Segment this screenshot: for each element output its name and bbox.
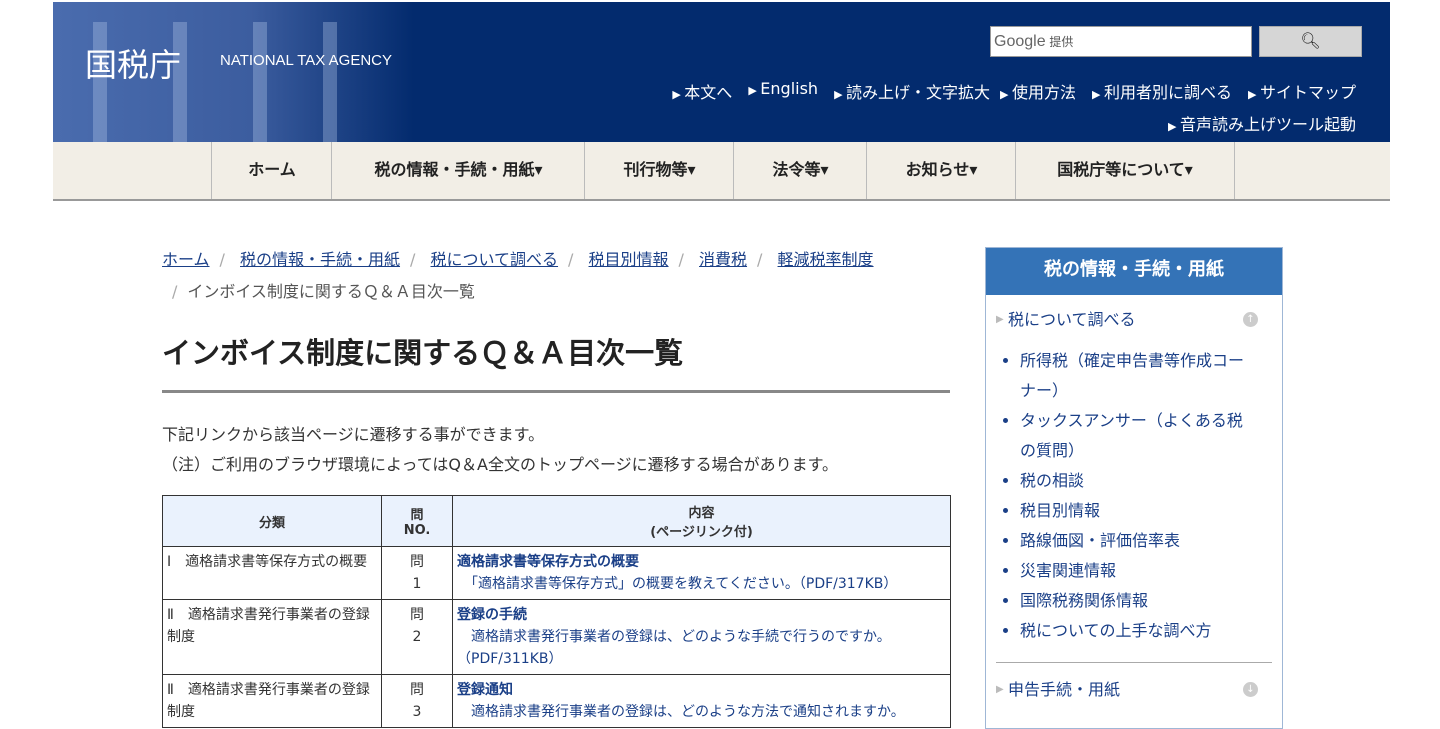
- col-no: 問 NO.: [381, 495, 453, 547]
- row-title-link[interactable]: 適格請求書等保存方式の概要: [457, 551, 946, 573]
- row-desc-link[interactable]: 適格請求書発行事業者の登録は、どのような手続で行うのですか。（PDF/311KB…: [457, 626, 946, 670]
- nav-tax-info[interactable]: 税の情報・手続・用紙▾: [331, 142, 585, 199]
- row-category: Ⅱ 適格請求書発行事業者の登録制度: [162, 599, 382, 675]
- divider: [996, 662, 1272, 663]
- crumb-link[interactable]: 税について調べる: [431, 250, 559, 269]
- search-suffix: 提供: [1049, 35, 1074, 49]
- sidebar-item[interactable]: 国際税務関係情報: [1020, 586, 1250, 616]
- nav-publications[interactable]: 刊行物等▾: [584, 142, 734, 199]
- sidebar-item[interactable]: 所得税（確定申告書等作成コーナー）: [1020, 346, 1250, 406]
- logo[interactable]: 国税庁: [85, 40, 181, 86]
- crumb-link[interactable]: 軽減税率制度: [778, 250, 874, 269]
- crumb-link[interactable]: 消費税: [699, 250, 747, 269]
- table-header: 分類 問 NO. 内容 (ページリンク付): [162, 495, 951, 547]
- sidebar-section-forms[interactable]: 申告手続・用紙 ↓: [986, 678, 1282, 702]
- global-nav: ホーム 税の情報・手続・用紙▾ 刊行物等▾ 法令等▾ お知らせ▾ 国税庁等につい…: [53, 142, 1390, 201]
- row-no: 問 1: [381, 546, 453, 600]
- table-row: Ⅱ 適格請求書発行事業者の登録制度 問 2 登録の手続 適格請求書発行事業者の登…: [162, 599, 951, 675]
- util-link[interactable]: 本文へ: [672, 79, 732, 103]
- sidebar-item[interactable]: タックスアンサー（よくある税の質問）: [1020, 406, 1250, 466]
- nav-news[interactable]: お知らせ▾: [866, 142, 1016, 199]
- table-row: Ⅱ 適格請求書発行事業者の登録制度 問 3 登録通知 適格請求書発行事業者の登録…: [162, 674, 951, 728]
- search-icon: 🔍︎: [1300, 31, 1321, 50]
- row-title-link[interactable]: 登録通知: [457, 679, 946, 701]
- table-row: Ⅰ 適格請求書等保存方式の概要 問 1 適格請求書等保存方式の概要 「適格請求書…: [162, 546, 951, 600]
- utility-links: 本文へ English 読み上げ・文字拡大 使用方法 利用者別に調べる サイトマ…: [672, 79, 1356, 103]
- row-no: 問 2: [381, 599, 453, 675]
- util-link[interactable]: 利用者別に調べる: [1092, 79, 1232, 103]
- nav-laws[interactable]: 法令等▾: [733, 142, 867, 199]
- row-no: 問 3: [381, 674, 453, 728]
- row-desc-link[interactable]: 適格請求書発行事業者の登録は、どのような方法で通知されますか。: [457, 701, 946, 723]
- util-link[interactable]: English: [748, 79, 818, 103]
- util-link[interactable]: サイトマップ: [1248, 79, 1356, 103]
- util-link-usage[interactable]: 使用方法: [1000, 79, 1076, 103]
- row-category: Ⅰ 適格請求書等保存方式の概要: [162, 546, 382, 600]
- sidebar-item[interactable]: 税の相談: [1020, 466, 1250, 496]
- expand-down-icon[interactable]: ↓: [1243, 682, 1258, 697]
- sidebar-item[interactable]: 災害関連情報: [1020, 556, 1250, 586]
- logo-english: NATIONAL TAX AGENCY: [220, 52, 392, 69]
- search-button[interactable]: 🔍︎: [1259, 26, 1362, 57]
- nav-home[interactable]: ホーム: [211, 142, 332, 199]
- page-title: インボイス制度に関するＱ＆Ａ目次一覧: [162, 330, 950, 393]
- section-label: 税について調べる: [1008, 310, 1136, 329]
- crumb-link[interactable]: 税の情報・手続・用紙: [240, 250, 400, 269]
- col-category: 分類: [162, 495, 382, 547]
- google-brand: Google: [994, 33, 1046, 50]
- crumb-current: インボイス制度に関するＱ＆Ａ目次一覧: [187, 282, 475, 301]
- intro-note: （注）ご利用のブラウザ環境によってはQ＆A全文のトップページに遷移する場合があり…: [162, 455, 839, 474]
- breadcrumb: ホーム / 税の情報・手続・用紙 / 税について調べる / 税目別情報 / 消費税 / 軽…: [162, 250, 874, 301]
- row-desc-link[interactable]: 「適格請求書等保存方式」の概要を教えてください。（PDF/317KB）: [457, 573, 946, 595]
- row-category: Ⅱ 適格請求書発行事業者の登録制度: [162, 674, 382, 728]
- intro-line: 下記リンクから該当ページに遷移する事ができます。: [162, 425, 545, 444]
- voice-tool-link[interactable]: 音声読み上げツール起動: [1168, 111, 1356, 135]
- sidebar-title[interactable]: 税の情報・手続・用紙: [986, 248, 1282, 295]
- sidebar-item[interactable]: 税についての上手な調べ方: [1020, 616, 1250, 646]
- site-header: 国税庁 NATIONAL TAX AGENCY Google 提供 🔍︎ 本文へ…: [53, 2, 1390, 142]
- qa-table: 分類 問 NO. 内容 (ページリンク付) Ⅰ 適格請求書等保存方式の概要 問 …: [162, 495, 951, 728]
- section-label: 申告手続・用紙: [1008, 680, 1121, 699]
- util-link[interactable]: 読み上げ・文字拡大: [834, 79, 990, 103]
- sidebar-section-research[interactable]: 税について調べる ↑: [986, 308, 1282, 332]
- sidebar-list: 所得税（確定申告書等作成コーナー） タックスアンサー（よくある税の質問） 税の相…: [986, 346, 1250, 646]
- crumb-link[interactable]: 税目別情報: [589, 250, 669, 269]
- collapse-up-icon[interactable]: ↑: [1243, 312, 1258, 327]
- nav-about[interactable]: 国税庁等について▾: [1015, 142, 1235, 199]
- sidebar: 税の情報・手続・用紙 税について調べる ↑ 所得税（確定申告書等作成コーナー） タ…: [985, 247, 1283, 729]
- intro-text: 下記リンクから該当ページに遷移する事ができます。 （注）ご利用のブラウザ環境によ…: [162, 420, 838, 480]
- sidebar-item[interactable]: 路線価図・評価倍率表: [1020, 526, 1250, 556]
- row-title-link[interactable]: 登録の手続: [457, 604, 946, 626]
- crumb-link[interactable]: ホーム: [162, 250, 210, 269]
- col-content: 内容 (ページリンク付): [452, 495, 951, 547]
- sidebar-item[interactable]: 税目別情報: [1020, 496, 1250, 526]
- search-input[interactable]: Google 提供: [990, 26, 1252, 57]
